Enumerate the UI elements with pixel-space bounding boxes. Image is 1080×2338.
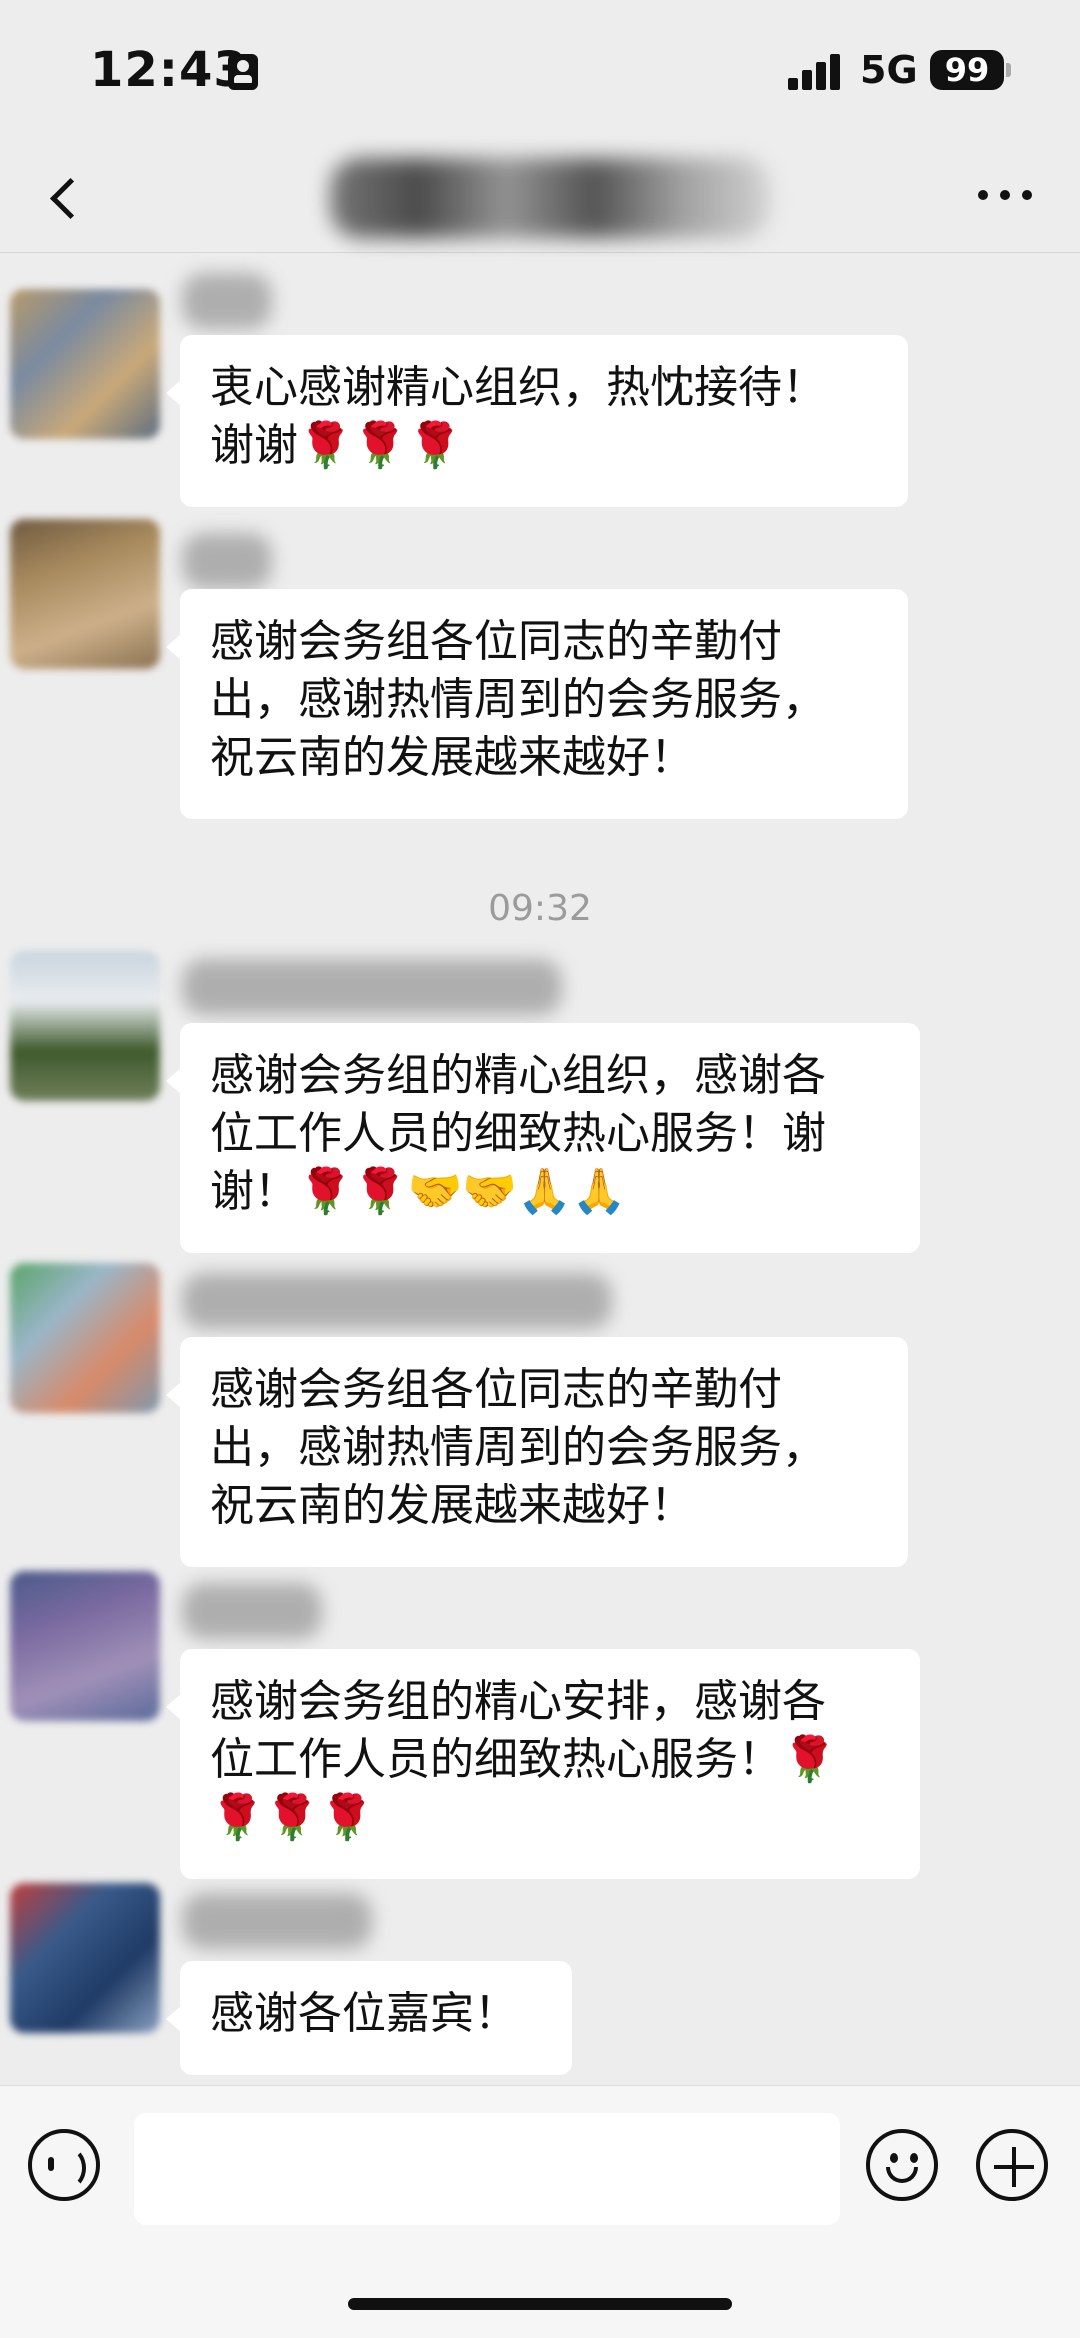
message-bubble[interactable]: 感谢会务组各位同志的辛勤付 出，感谢热情周到的会务服务， 祝云南的发展越来越好！	[166, 1337, 908, 1567]
signal-icon	[788, 52, 848, 90]
contact-card-icon	[228, 54, 258, 90]
message-bubble[interactable]: 感谢会务组的精心组织，感谢各 位工作人员的细致热心服务！谢 谢！🌹🌹🤝🤝🙏🙏	[166, 1023, 920, 1253]
back-icon[interactable]	[36, 162, 96, 232]
home-indicator	[348, 2298, 732, 2310]
chat-title-redacted	[330, 158, 770, 238]
status-time: 12:43	[90, 42, 248, 98]
message-bubble[interactable]: 感谢会务组的精心安排，感谢各 位工作人员的细致热心服务！🌹 🌹🌹🌹	[166, 1649, 920, 1879]
message-line: 感谢会务组的精心组织，感谢各	[210, 1050, 826, 1101]
battery-icon: 99	[930, 50, 1004, 90]
input-bar	[0, 2085, 1080, 2338]
message-line: 位工作人员的细致热心服务！🌹	[210, 1734, 837, 1785]
message-line: 衷心感谢精心组织，热忱接待！	[210, 362, 826, 413]
sender-name-redacted	[182, 273, 272, 329]
sender-name-redacted	[182, 1273, 612, 1329]
message-bubble[interactable]: 衷心感谢精心组织，热忱接待！ 谢谢🌹🌹🌹	[166, 335, 908, 507]
sender-name-redacted	[182, 533, 272, 589]
avatar[interactable]	[10, 1883, 160, 2033]
message-input[interactable]	[134, 2113, 840, 2225]
sender-name-redacted	[182, 1893, 372, 1949]
plus-icon[interactable]	[976, 2129, 1048, 2201]
status-bar: 12:43 5G 99	[0, 0, 1080, 140]
network-label: 5G	[860, 48, 918, 92]
message-line: 位工作人员的细致热心服务！谢	[210, 1108, 826, 1159]
chat-area[interactable]: 衷心感谢精心组织，热忱接待！ 谢谢🌹🌹🌹 感谢会务组各位同志的辛勤付 出，感谢热…	[0, 253, 1080, 2085]
message-line: 🌹🌹🌹	[210, 1792, 375, 1843]
message-line: 感谢会务组各位同志的辛勤付	[210, 1364, 782, 1415]
message-line: 谢！🌹🌹🤝🤝🙏🙏	[210, 1166, 627, 1217]
nav-bar	[0, 140, 1080, 253]
message-line: 感谢各位嘉宾！	[210, 1988, 518, 2039]
message-bubble[interactable]: 感谢会务组各位同志的辛勤付 出，感谢热情周到的会务服务， 祝云南的发展越来越好！	[166, 589, 908, 819]
chat-timestamp: 09:32	[488, 888, 592, 929]
battery-nub	[1006, 63, 1011, 77]
avatar[interactable]	[10, 1571, 160, 1721]
voice-icon[interactable]	[28, 2129, 100, 2201]
message-bubble[interactable]: 感谢各位嘉宾！	[166, 1961, 572, 2075]
message-line: 感谢会务组各位同志的辛勤付	[210, 616, 782, 667]
message-line: 感谢会务组的精心安排，感谢各	[210, 1676, 826, 1727]
avatar[interactable]	[10, 519, 160, 669]
avatar[interactable]	[10, 1263, 160, 1413]
message-line: 谢谢🌹🌹🌹	[210, 420, 463, 471]
message-line: 祝云南的发展越来越好！	[210, 732, 694, 783]
avatar[interactable]	[10, 289, 160, 439]
avatar[interactable]	[10, 951, 160, 1101]
message-line: 出，感谢热情周到的会务服务，	[210, 674, 826, 725]
message-line: 祝云南的发展越来越好！	[210, 1480, 694, 1531]
sender-name-redacted	[182, 1583, 322, 1639]
sender-name-redacted	[182, 959, 562, 1015]
more-icon[interactable]	[970, 170, 1040, 220]
message-line: 出，感谢热情周到的会务服务，	[210, 1422, 826, 1473]
emoji-icon[interactable]	[866, 2129, 938, 2201]
